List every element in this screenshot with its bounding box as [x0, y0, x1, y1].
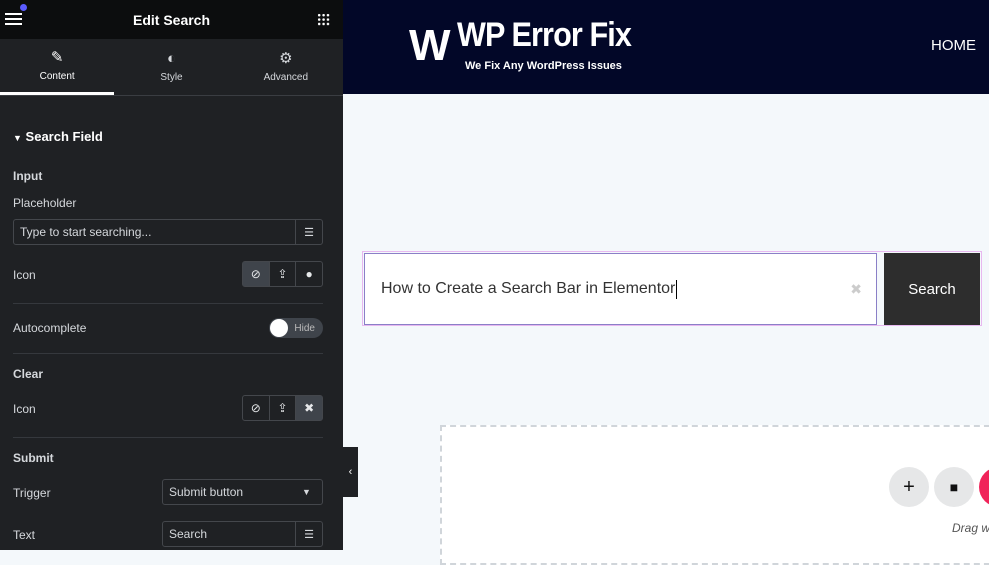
trigger-select[interactable]: Submit button ▼ — [162, 479, 323, 505]
text-cursor — [676, 279, 678, 299]
input-icon-choice: ⊘ ⇪ ● — [242, 261, 323, 287]
panel-header: Edit Search — [0, 0, 343, 39]
tab-content[interactable]: ✎ Content — [0, 39, 115, 95]
clear-icon[interactable]: ✖ — [850, 281, 862, 298]
circle-icon[interactable]: ● — [295, 262, 322, 286]
clear-icon-choice: ⊘ ⇪ ✖ — [242, 395, 323, 421]
clear-heading: Clear — [13, 367, 44, 381]
pencil-icon: ✎ — [50, 48, 64, 66]
search-widget: How to Create a Search Bar in Elementor ✖… — [362, 251, 982, 326]
collapse-panel-button[interactable]: ‹ — [343, 447, 358, 497]
search-value: How to Create a Search Bar in Elementor — [381, 280, 676, 297]
upload-icon[interactable]: ⇪ — [268, 396, 296, 420]
notification-dot — [20, 4, 27, 11]
upload-icon[interactable]: ⇪ — [268, 262, 296, 286]
logo-mark: W — [409, 21, 451, 70]
add-section-button[interactable]: + — [889, 467, 929, 507]
caret-down-icon: ▼ — [13, 133, 22, 143]
drop-hint: Drag w — [952, 521, 989, 535]
divider — [13, 437, 323, 438]
search-input[interactable]: How to Create a Search Bar in Elementor ✖ — [364, 253, 877, 325]
editor-panel: Edit Search ✎ Content ◐ Style ⚙ Advanced ▼ … — [0, 0, 343, 550]
input-heading: Input — [13, 169, 43, 183]
logo-tagline: We Fix Any WordPress Issues — [465, 60, 622, 72]
placeholder-input[interactable]: Type to start searching... ☰ — [13, 219, 323, 245]
folder-icon: ■ — [949, 479, 959, 495]
divider — [13, 303, 323, 304]
tab-label: Style — [160, 72, 183, 83]
divider — [13, 353, 323, 354]
toggle-label: Hide — [294, 322, 315, 334]
placeholder-value: Type to start searching... — [20, 225, 152, 239]
submit-heading: Submit — [13, 451, 54, 465]
none-icon[interactable]: ⊘ — [243, 396, 269, 420]
contrast-icon: ◐ — [166, 50, 177, 67]
widgets-grid-icon[interactable] — [317, 13, 330, 26]
tab-advanced[interactable]: ⚙ Advanced — [229, 39, 343, 95]
tab-label: Advanced — [263, 72, 309, 83]
clear-icon-label: Icon — [13, 402, 36, 416]
chevron-left-icon: ‹ — [348, 466, 353, 478]
section-title: Search Field — [25, 129, 103, 144]
template-library-button[interactable]: ■ — [934, 467, 974, 507]
text-label: Text — [13, 528, 36, 542]
gear-icon: ⚙ — [279, 50, 293, 67]
submit-text-value: Search — [169, 527, 208, 541]
plus-icon: + — [903, 475, 915, 498]
autocomplete-label: Autocomplete — [13, 321, 87, 335]
placeholder-label: Placeholder — [13, 196, 77, 210]
dynamic-tags-icon[interactable]: ☰ — [295, 220, 322, 244]
logo-text: WP Error Fix — [457, 16, 632, 54]
trigger-label: Trigger — [13, 486, 51, 500]
nav-home[interactable]: HOME — [931, 37, 976, 54]
submit-text-input[interactable]: Search ☰ — [162, 521, 323, 547]
search-button[interactable]: Search — [884, 253, 980, 325]
input-icon-label: Icon — [13, 268, 36, 282]
tab-label: Content — [39, 70, 75, 82]
none-icon[interactable]: ⊘ — [243, 262, 269, 286]
close-icon[interactable]: ✖ — [295, 396, 323, 420]
section-toggle[interactable]: ▼ Search Field — [13, 129, 103, 144]
tab-style[interactable]: ◐ Style — [114, 39, 228, 95]
menu-icon[interactable] — [5, 13, 22, 25]
panel-title: Edit Search — [132, 11, 211, 28]
trigger-value: Submit button — [169, 485, 244, 499]
dynamic-tags-icon[interactable]: ☰ — [295, 522, 322, 546]
autocomplete-toggle[interactable]: Hide — [269, 318, 323, 338]
chevron-down-icon: ▼ — [302, 487, 311, 497]
site-header: W WP Error Fix We Fix Any WordPress Issu… — [343, 0, 989, 94]
